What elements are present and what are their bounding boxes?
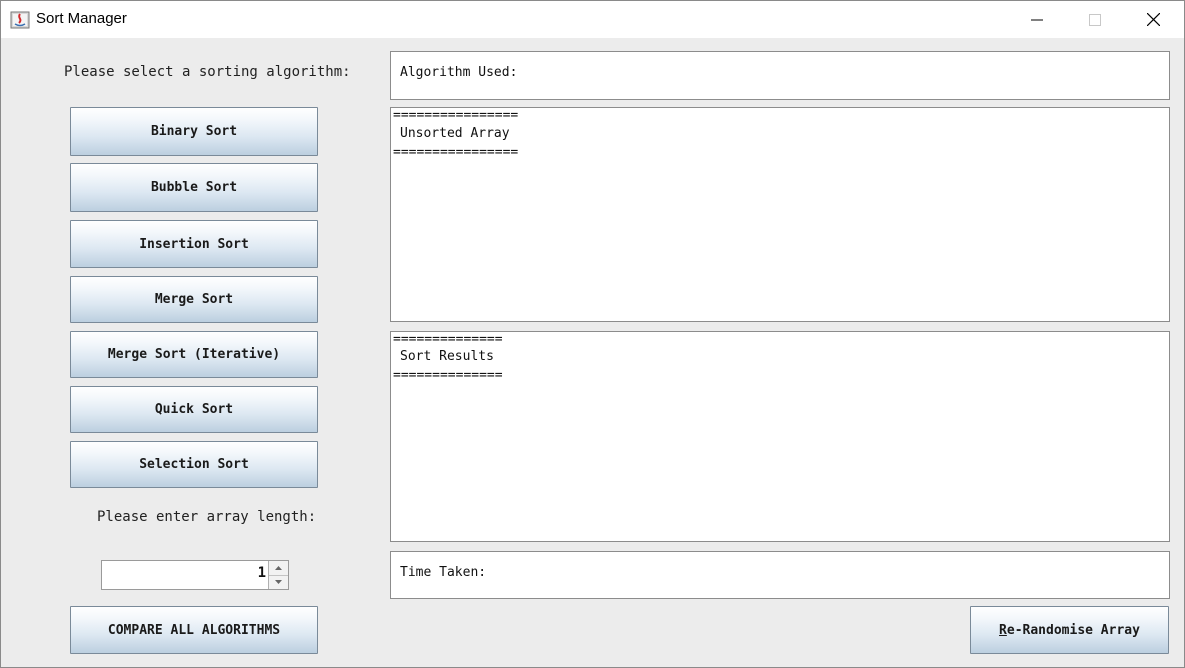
algorithm-used-field: Algorithm Used: xyxy=(390,51,1170,100)
results-rule-top: ============== xyxy=(393,332,503,347)
time-taken-field: Time Taken: xyxy=(390,551,1170,599)
quick-sort-button[interactable]: Quick Sort xyxy=(70,386,318,433)
bubble-sort-button[interactable]: Bubble Sort xyxy=(70,163,318,212)
caret-down-icon xyxy=(275,580,282,584)
spinner-arrows xyxy=(268,561,288,589)
insertion-sort-button[interactable]: Insertion Sort xyxy=(70,220,318,268)
minimize-button[interactable] xyxy=(1008,1,1066,38)
re-randomise-mnemonic: R xyxy=(999,622,1007,638)
results-heading: Sort Results xyxy=(400,349,494,364)
binary-sort-button[interactable]: Binary Sort xyxy=(70,107,318,156)
results-rule-bottom: ============== xyxy=(393,368,503,383)
close-icon xyxy=(1146,13,1160,26)
re-randomise-button[interactable]: Re-Randomise Array xyxy=(970,606,1169,654)
maximize-icon xyxy=(1089,13,1101,26)
unsorted-array-area[interactable]: ================ Unsorted Array ========… xyxy=(390,107,1170,322)
close-button[interactable] xyxy=(1124,1,1182,38)
time-taken-label: Time Taken: xyxy=(400,565,487,580)
maximize-button[interactable] xyxy=(1066,1,1124,38)
spinner-up-button[interactable] xyxy=(269,561,288,576)
minimize-icon xyxy=(1031,19,1043,20)
java-icon xyxy=(10,11,30,29)
sort-results-area[interactable]: ============== Sort Results ============… xyxy=(390,331,1170,542)
selection-sort-button[interactable]: Selection Sort xyxy=(70,441,318,488)
merge-sort-button[interactable]: Merge Sort xyxy=(70,276,318,323)
merge-sort-iterative-button[interactable]: Merge Sort (Iterative) xyxy=(70,331,318,378)
spinner-down-button[interactable] xyxy=(269,575,288,589)
window-title: Sort Manager xyxy=(36,10,127,27)
title-bar[interactable]: Sort Manager xyxy=(1,1,1184,38)
array-length-spinner[interactable]: 1 xyxy=(101,560,289,590)
unsorted-rule-bottom: ================ xyxy=(393,145,519,160)
caret-up-icon xyxy=(275,566,282,570)
unsorted-rule-top: ================ xyxy=(393,108,519,123)
algorithm-used-label: Algorithm Used: xyxy=(400,65,518,80)
unsorted-heading: Unsorted Array xyxy=(400,126,510,141)
re-randomise-label: e-Randomise Array xyxy=(1006,622,1140,638)
array-length-label: Please enter array length: xyxy=(97,509,317,525)
select-algorithm-label: Please select a sorting algorithm: xyxy=(64,64,351,80)
array-length-input[interactable]: 1 xyxy=(258,565,266,581)
compare-all-button[interactable]: COMPARE ALL ALGORITHMS xyxy=(70,606,318,654)
sort-manager-window: Sort Manager Please select a sorting alg… xyxy=(0,0,1185,668)
